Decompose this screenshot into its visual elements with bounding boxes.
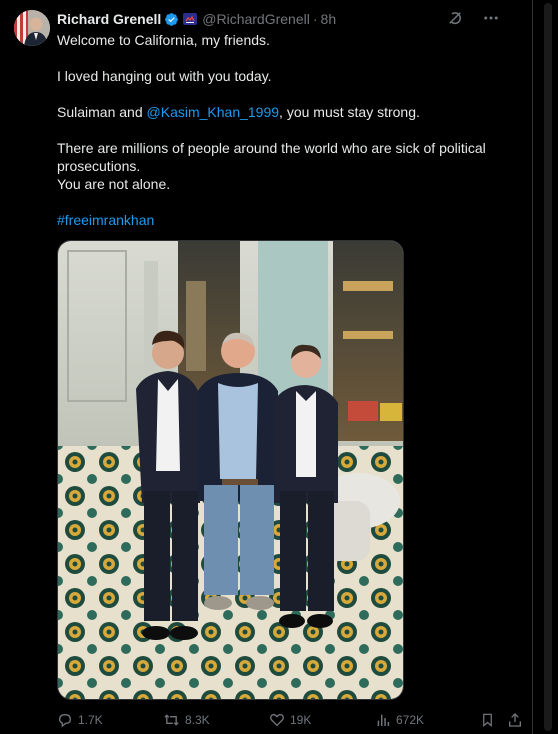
mention-link[interactable]: @Kasim_Khan_1999 [147, 104, 280, 120]
affiliate-badge-icon[interactable] [183, 13, 198, 25]
tweet-header: Richard Grenell @RichardGrenell · 8h [57, 10, 336, 28]
author-avatar[interactable] [14, 10, 50, 46]
repost-button[interactable]: 8.3K [163, 712, 210, 728]
repost-count: 8.3K [185, 713, 210, 727]
paragraph-text: Sulaiman and [57, 104, 147, 120]
views-count: 672K [396, 713, 425, 727]
avatar-image [14, 10, 50, 46]
tweet-action-bar: 1.7K 8.3K 19K 672K [57, 710, 525, 730]
tweet-paragraph: There are millions of people around the … [57, 140, 486, 174]
grok-icon[interactable] [446, 9, 464, 27]
views-icon [375, 712, 391, 728]
like-button[interactable]: 19K [269, 712, 311, 728]
author-display-name[interactable]: Richard Grenell [57, 11, 161, 27]
verified-badge-icon[interactable] [164, 12, 179, 27]
scrollbar-thumb[interactable] [544, 3, 552, 731]
photo-image [58, 241, 403, 699]
tweet-paragraph: Welcome to California, my friends. [57, 32, 270, 48]
share-icon [507, 712, 523, 728]
like-icon [269, 712, 285, 728]
repost-icon [163, 712, 180, 728]
more-icon[interactable] [482, 9, 500, 27]
tweet-paragraph: Sulaiman and @Kasim_Khan_1999, you must … [57, 103, 505, 121]
tweet-paragraph: I loved hanging out with you today. [57, 68, 272, 84]
bookmark-icon [480, 712, 495, 728]
tweet-text: Welcome to California, my friends. I lov… [57, 31, 505, 247]
bookmark-button[interactable] [480, 712, 495, 728]
tweet-top-actions [446, 9, 500, 27]
tweet-timestamp[interactable]: 8h [321, 11, 337, 27]
tweet-paragraph: #freeimrankhan [57, 211, 505, 229]
share-button[interactable] [507, 712, 523, 728]
paragraph-text: , you must stay strong. [279, 104, 420, 120]
views-button[interactable]: 672K [375, 712, 424, 728]
separator-dot: · [312, 11, 318, 27]
tweet-container: Richard Grenell @RichardGrenell · 8h Wel… [0, 0, 533, 734]
hashtag-link[interactable]: #freeimrankhan [57, 212, 154, 228]
tweet-paragraph: You are not alone. [57, 176, 171, 192]
reply-button[interactable]: 1.7K [57, 712, 103, 728]
reply-icon [57, 712, 73, 728]
author-handle[interactable]: @RichardGrenell [202, 11, 310, 27]
tweet-photo[interactable] [57, 240, 404, 700]
reply-count: 1.7K [78, 713, 103, 727]
like-count: 19K [290, 713, 312, 727]
